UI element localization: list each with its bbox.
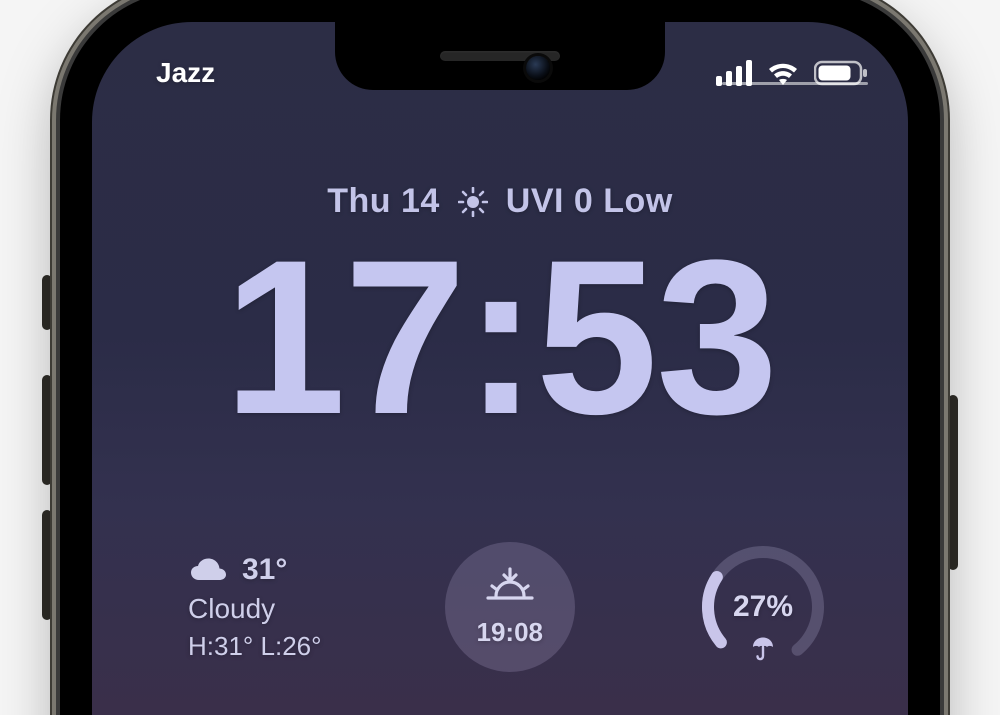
- weather-temp: 31°: [242, 553, 287, 587]
- sunset-widget[interactable]: 19:08: [445, 542, 575, 672]
- cloud-icon: [188, 556, 228, 584]
- front-camera: [526, 56, 550, 80]
- power-button[interactable]: [948, 395, 958, 570]
- sunset-time: 19:08: [477, 617, 544, 648]
- clock-time: 17:53: [224, 227, 777, 447]
- phone-frame: Jazz: [60, 0, 940, 715]
- mute-switch[interactable]: [42, 275, 52, 330]
- display-notch: [335, 22, 665, 90]
- precipitation-widget[interactable]: 27%: [698, 542, 828, 672]
- carrier-label: Jazz: [156, 57, 215, 89]
- sun-icon: [458, 187, 488, 217]
- lock-screen[interactable]: Jazz: [92, 22, 908, 715]
- weather-hi-lo: H:31° L:26°: [188, 631, 322, 662]
- status-underline: [722, 82, 868, 85]
- weather-widget[interactable]: 31° Cloudy H:31° L:26°: [188, 553, 322, 662]
- umbrella-icon: [750, 635, 776, 666]
- sunset-icon: [483, 566, 537, 611]
- volume-up-button[interactable]: [42, 375, 52, 485]
- weather-condition: Cloudy: [188, 593, 322, 625]
- volume-down-button[interactable]: [42, 510, 52, 620]
